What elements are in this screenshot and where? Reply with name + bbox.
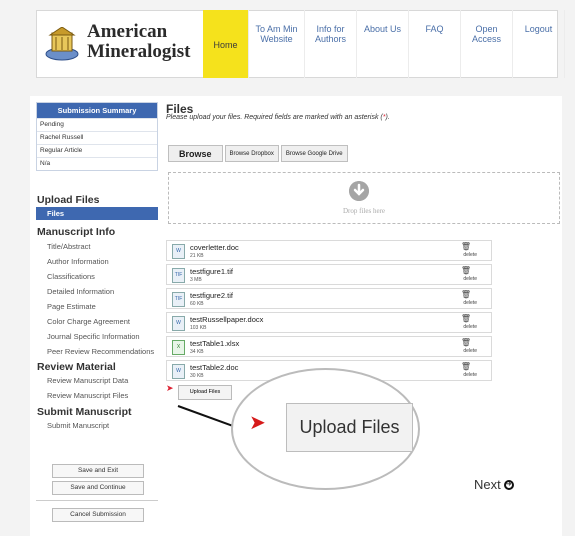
save-and-exit-button[interactable]: Save and Exit — [52, 464, 144, 478]
trash-icon[interactable]: 🗑 — [461, 338, 471, 347]
summary-title: Submission Summary — [37, 103, 157, 118]
file-size: 103 KB — [190, 325, 207, 331]
sidebar-item-classifications[interactable]: Classifications — [47, 272, 95, 281]
image-file-icon: TIF — [172, 292, 185, 307]
sidebar-item-color-charge[interactable]: Color Charge Agreement — [47, 317, 130, 326]
section-review-material: Review Material — [37, 361, 116, 373]
nav-info-for-authors[interactable]: Info for Authors — [305, 10, 357, 78]
section-upload-files: Upload Files — [37, 194, 100, 206]
left-sidebar: Submission Summary Pending Rachel Russel… — [30, 96, 160, 536]
sidebar-item-review-data[interactable]: Review Manuscript Data — [47, 376, 128, 385]
sidebar-item-files-label: Files — [47, 209, 65, 218]
delete-link[interactable]: delete — [463, 300, 477, 306]
summary-extra: N/a — [37, 157, 157, 170]
red-arrow-icon: ➤ — [166, 383, 174, 393]
brand-title-line1: American — [87, 21, 168, 42]
file-row: W coverletter.doc 21 KB 🗑 delete — [166, 240, 492, 261]
word-doc-icon: W — [172, 364, 185, 379]
download-arrow-icon — [349, 181, 369, 201]
submission-summary: Submission Summary Pending Rachel Russel… — [36, 102, 158, 171]
excel-file-icon: X — [172, 340, 185, 355]
sidebar-item-peer-review[interactable]: Peer Review Recommendations — [47, 347, 154, 356]
file-name: testfigure2.tif — [190, 291, 233, 300]
nav-am-min-website[interactable]: To Am Min Website — [249, 10, 305, 78]
sidebar-item-journal-specific[interactable]: Journal Specific Information — [47, 332, 140, 341]
instructions-text: Please upload your files. Required field… — [166, 114, 383, 121]
delete-link[interactable]: delete — [463, 252, 477, 258]
file-row: X testTable1.xlsx 34 KB 🗑 delete — [166, 336, 492, 357]
nav-home[interactable]: Home — [203, 10, 249, 78]
file-name: testTable1.xlsx — [190, 339, 240, 348]
browse-google-drive-button[interactable]: Browse Google Drive — [280, 145, 348, 162]
drop-zone[interactable]: Drop files here — [168, 172, 560, 224]
file-size: 34 KB — [190, 349, 204, 355]
nav-logout[interactable]: Logout — [513, 10, 565, 78]
instructions: Please upload your files. Required field… — [166, 114, 390, 121]
summary-article-type: Regular Article — [37, 144, 157, 157]
section-submit-manuscript: Submit Manuscript — [37, 406, 132, 418]
trash-icon[interactable]: 🗑 — [461, 242, 471, 251]
file-size: 3 MB — [190, 277, 202, 283]
summary-author: Rachel Russell — [37, 131, 157, 144]
sidebar-item-page-estimate[interactable]: Page Estimate — [47, 302, 96, 311]
upload-files-button-zoomed[interactable]: Upload Files — [286, 403, 413, 452]
word-docx-icon: W — [172, 316, 185, 331]
mineralogist-seal-icon — [45, 27, 79, 61]
delete-link[interactable]: delete — [463, 324, 477, 330]
nav-faq[interactable]: FAQ — [409, 10, 461, 78]
trash-icon[interactable]: 🗑 — [461, 266, 471, 275]
sidebar-item-title-abstract[interactable]: Title/Abstract — [47, 242, 90, 251]
sidebar-item-detailed-information[interactable]: Detailed Information — [47, 287, 114, 296]
sidebar-item-submit[interactable]: Submit Manuscript — [47, 421, 109, 430]
red-arrow-icon: ➤ — [249, 412, 266, 434]
browse-button[interactable]: Browse — [168, 145, 223, 162]
section-manuscript-info: Manuscript Info — [37, 226, 116, 238]
delete-link[interactable]: delete — [463, 372, 477, 378]
file-name: testRussellpaper.docx — [190, 315, 264, 324]
drop-zone-label: Drop files here — [343, 207, 385, 215]
trash-icon[interactable]: 🗑 — [461, 314, 471, 323]
trash-icon[interactable]: 🗑 — [461, 290, 471, 299]
delete-link[interactable]: delete — [463, 276, 477, 282]
trash-icon[interactable]: 🗑 — [461, 362, 471, 371]
browse-toolbar: Browse Browse Dropbox Browse Google Driv… — [168, 145, 348, 162]
logo[interactable]: American Mineralogist — [45, 19, 205, 69]
file-size: 30 KB — [190, 373, 204, 379]
save-and-continue-button[interactable]: Save and Continue — [52, 481, 144, 495]
app-window: American Mineralogist Home To Am Min Web… — [0, 0, 575, 536]
file-size: 60 KB — [190, 301, 204, 307]
instructions-end: ). — [385, 114, 390, 121]
sidebar-item-review-files[interactable]: Review Manuscript Files — [47, 391, 128, 400]
nav-about-us[interactable]: About Us — [357, 10, 409, 78]
file-row: W testRussellpaper.docx 103 KB 🗑 delete — [166, 312, 492, 333]
cancel-submission-button[interactable]: Cancel Submission — [52, 508, 144, 522]
summary-status: Pending — [37, 118, 157, 131]
browse-dropbox-button[interactable]: Browse Dropbox — [224, 145, 279, 162]
site-header: American Mineralogist Home To Am Min Web… — [36, 10, 565, 78]
file-size: 21 KB — [190, 253, 204, 259]
file-name: testTable2.doc — [190, 363, 239, 372]
sidebar-divider — [36, 500, 158, 501]
nav-open-access[interactable]: Open Access — [461, 10, 513, 78]
delete-link[interactable]: delete — [463, 348, 477, 354]
file-list: W coverletter.doc 21 KB 🗑 delete TIF tes… — [166, 240, 492, 384]
file-row: TIF testfigure1.tif 3 MB 🗑 delete — [166, 264, 492, 285]
upload-files-button[interactable]: Upload Files — [178, 385, 232, 400]
file-name: testfigure1.tif — [190, 267, 233, 276]
image-file-icon: TIF — [172, 268, 185, 283]
next-button[interactable]: Next ➜ — [474, 477, 514, 492]
sidebar-item-author-information[interactable]: Author Information — [47, 257, 109, 266]
file-row: TIF testfigure2.tif 60 KB 🗑 delete — [166, 288, 492, 309]
word-doc-icon: W — [172, 244, 185, 259]
top-nav: Home To Am Min Website Info for Authors … — [203, 10, 565, 78]
file-name: coverletter.doc — [190, 243, 239, 252]
next-label: Next — [474, 477, 501, 492]
brand-title-line2: Mineralogist — [87, 41, 191, 62]
arrow-right-circle-icon: ➜ — [503, 479, 514, 490]
